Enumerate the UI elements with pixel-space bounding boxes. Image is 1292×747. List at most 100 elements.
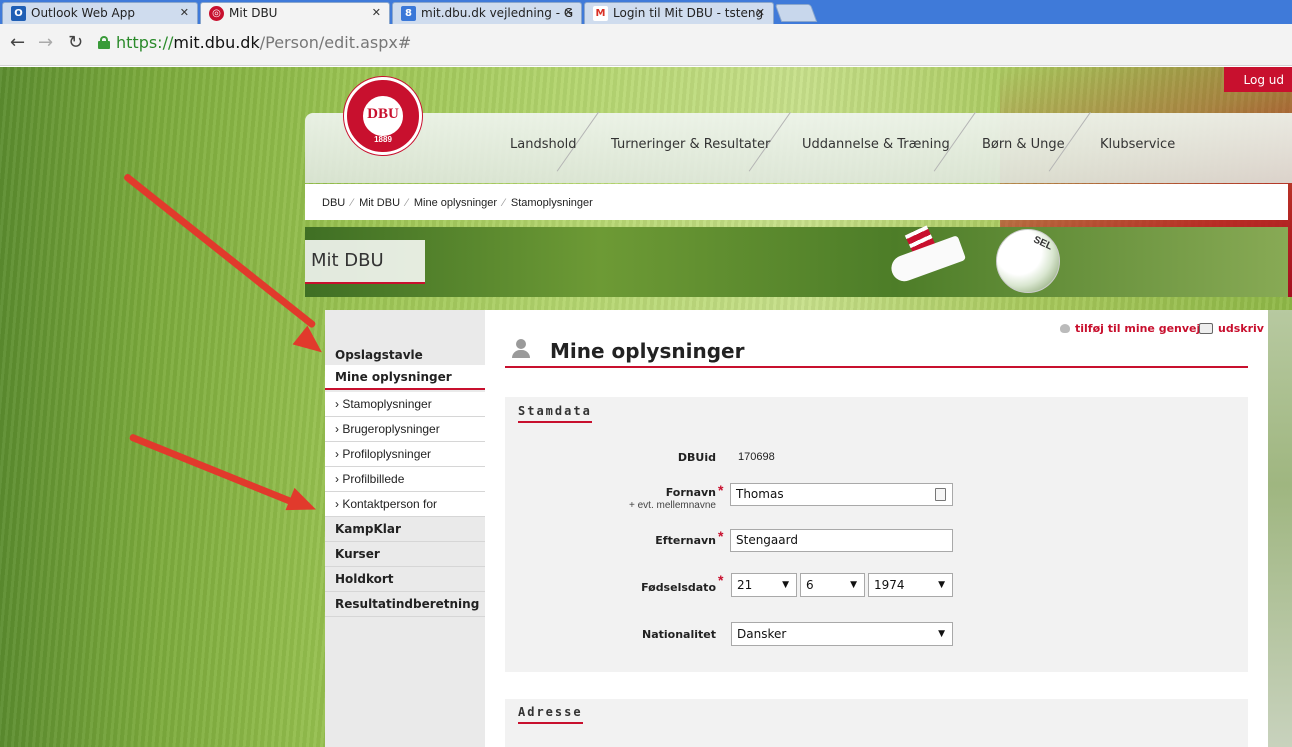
browser-toolbar: ← → ↻ https://mit.dbu.dk/Person/edit.asp… bbox=[0, 24, 1292, 66]
breadcrumb-separator: ⁄ bbox=[351, 197, 354, 209]
annotation-arrow bbox=[122, 172, 317, 329]
nav-uddannelse[interactable]: Uddannelse & Træning bbox=[802, 137, 950, 152]
sidebar-item-holdkort[interactable]: Holdkort bbox=[325, 567, 485, 592]
tab-title: Mit DBU bbox=[229, 6, 278, 20]
nationality-select[interactable]: Dansker ▼ bbox=[731, 622, 953, 646]
browser-tab-bar: O Outlook Web App ✕ ◎ Mit DBU ✕ 8 mit.db… bbox=[0, 0, 1292, 25]
sidebar-item-mine-oplysninger[interactable]: Mine oplysninger bbox=[325, 365, 485, 390]
sidebar-item-brugeroplysninger[interactable]: › Brugeroplysninger bbox=[325, 417, 485, 442]
birth-day-select[interactable]: 21 ▼ bbox=[731, 573, 797, 597]
tab-title: Outlook Web App bbox=[31, 6, 135, 20]
annotation-arrowhead bbox=[292, 325, 330, 362]
chevron-down-icon: ▼ bbox=[938, 580, 945, 590]
efternavn-label: Efternavn bbox=[655, 534, 716, 547]
page-title: Mine oplysninger bbox=[550, 339, 745, 363]
close-icon[interactable]: ✕ bbox=[372, 6, 381, 19]
fornavn-label: Fornavn bbox=[665, 486, 716, 499]
birth-month-value: 6 bbox=[806, 578, 814, 592]
section-stamdata: Stamdata bbox=[518, 404, 592, 423]
fornavn-hint: + evt. mellemnavne bbox=[629, 500, 716, 511]
breadcrumb-separator: ⁄ bbox=[406, 197, 408, 209]
printer-icon bbox=[1199, 323, 1213, 334]
dbuid-label: DBUid bbox=[677, 451, 716, 464]
logout-button[interactable]: Log ud bbox=[1224, 67, 1292, 92]
tab-google-doc[interactable]: 8 mit.dbu.dk vejledning - G ✕ bbox=[392, 2, 582, 24]
efternavn-input[interactable]: Stengaard bbox=[730, 529, 953, 552]
print-link[interactable]: udskriv bbox=[1218, 322, 1264, 335]
dbuid-value: 170698 bbox=[738, 451, 775, 463]
tab-outlook[interactable]: O Outlook Web App ✕ bbox=[2, 2, 198, 24]
birthdate-label: Fødselsdato bbox=[641, 581, 716, 594]
chevron-down-icon: ▼ bbox=[938, 629, 945, 639]
breadcrumb-item: Stamoplysninger bbox=[510, 197, 593, 209]
title-divider bbox=[505, 366, 1248, 368]
add-shortcut-link[interactable]: tilføj til mine genveje bbox=[1075, 322, 1208, 335]
nav-landshold[interactable]: Landshold bbox=[510, 137, 577, 152]
breadcrumb-item[interactable]: Mit DBU bbox=[359, 197, 400, 209]
url-host: mit.dbu.dk bbox=[173, 33, 260, 52]
breadcrumb-item[interactable]: DBU bbox=[322, 197, 345, 209]
efternavn-value: Stengaard bbox=[736, 533, 798, 547]
sidebar-item-kontaktperson[interactable]: › Kontaktperson for bbox=[325, 492, 485, 517]
breadcrumb-item[interactable]: Mine oplysninger bbox=[414, 197, 497, 209]
birth-day-value: 21 bbox=[737, 578, 753, 592]
annotation-arrow bbox=[128, 433, 297, 507]
breadcrumb: DBU ⁄ Mit DBU ⁄ Mine oplysninger ⁄ Stamoplysni… bbox=[305, 184, 1288, 220]
nav-klubservice[interactable]: Klubservice bbox=[1100, 137, 1175, 152]
url-scheme: https:// bbox=[116, 33, 174, 52]
address-bar[interactable]: https://mit.dbu.dk/Person/edit.aspx# bbox=[116, 33, 411, 52]
back-icon[interactable]: ← bbox=[10, 32, 25, 53]
nationality-label: Nationalitet bbox=[642, 628, 716, 641]
tab-title: Login til Mit DBU - tsteng bbox=[613, 6, 764, 20]
chevron-down-icon: ▼ bbox=[850, 580, 857, 590]
required-marker: * bbox=[718, 572, 724, 588]
dbu-logo[interactable]: DBU 1889 bbox=[344, 77, 422, 155]
page-edge-decoration bbox=[1268, 310, 1292, 747]
google-icon: 8 bbox=[401, 6, 416, 21]
forward-icon[interactable]: → bbox=[38, 32, 53, 53]
birth-month-select[interactable]: 6 ▼ bbox=[800, 573, 865, 597]
sidebar-item-kampklar[interactable]: KampKlar bbox=[325, 517, 485, 542]
section-adresse: Adresse bbox=[518, 705, 583, 724]
reload-icon[interactable]: ↻ bbox=[68, 32, 83, 53]
close-icon[interactable]: ✕ bbox=[564, 6, 573, 19]
nationality-value: Dansker bbox=[737, 627, 787, 641]
birth-year-select[interactable]: 1974 ▼ bbox=[868, 573, 953, 597]
nav-turneringer[interactable]: Turneringer & Resultater bbox=[611, 137, 770, 152]
new-tab-button[interactable] bbox=[774, 4, 818, 22]
sidebar-item-profiloplysninger[interactable]: › Profiloplysninger bbox=[325, 442, 485, 467]
close-icon[interactable]: ✕ bbox=[180, 6, 189, 19]
sidebar-item-resultatindberetning[interactable]: Resultatindberetning bbox=[325, 592, 485, 617]
close-icon[interactable]: ✕ bbox=[756, 6, 765, 19]
breadcrumb-separator: ⁄ bbox=[503, 197, 505, 209]
fornavn-value: Thomas bbox=[736, 487, 784, 501]
logo-year: 1889 bbox=[374, 135, 392, 144]
sidebar-item-profilbillede[interactable]: › Profilbillede bbox=[325, 467, 485, 492]
tab-title: mit.dbu.dk vejledning - G bbox=[421, 6, 574, 20]
tab-mit-dbu[interactable]: ◎ Mit DBU ✕ bbox=[200, 2, 390, 25]
required-marker: * bbox=[718, 482, 724, 498]
heart-icon bbox=[1060, 324, 1070, 333]
outlook-icon: O bbox=[11, 6, 26, 21]
required-marker: * bbox=[718, 528, 724, 544]
logo-text: DBU bbox=[367, 106, 399, 122]
gmail-icon: M bbox=[593, 6, 608, 21]
adresse-panel bbox=[505, 699, 1248, 747]
sidebar-item-stamoplysninger[interactable]: › Stamoplysninger bbox=[325, 392, 485, 417]
birth-year-value: 1974 bbox=[874, 578, 905, 592]
annotation-arrowhead bbox=[285, 487, 321, 521]
url-path: /Person/edit.aspx# bbox=[259, 33, 412, 52]
hero-banner bbox=[305, 227, 1288, 297]
nav-boern-unge[interactable]: Børn & Unge bbox=[982, 137, 1065, 152]
tab-gmail[interactable]: M Login til Mit DBU - tsteng ✕ bbox=[584, 2, 774, 24]
contact-card-icon[interactable] bbox=[935, 488, 946, 501]
dbu-icon: ◎ bbox=[209, 6, 224, 21]
fornavn-input[interactable]: Thomas bbox=[730, 483, 953, 506]
football-image bbox=[996, 229, 1060, 293]
hero-title: Mit DBU bbox=[305, 240, 425, 284]
person-icon bbox=[510, 337, 532, 359]
chevron-down-icon: ▼ bbox=[782, 580, 789, 590]
page-background: DBU 1889 Landshold Turneringer & Resulta… bbox=[0, 67, 1292, 747]
lock-icon bbox=[98, 36, 110, 49]
sidebar-item-kurser[interactable]: Kurser bbox=[325, 542, 485, 567]
